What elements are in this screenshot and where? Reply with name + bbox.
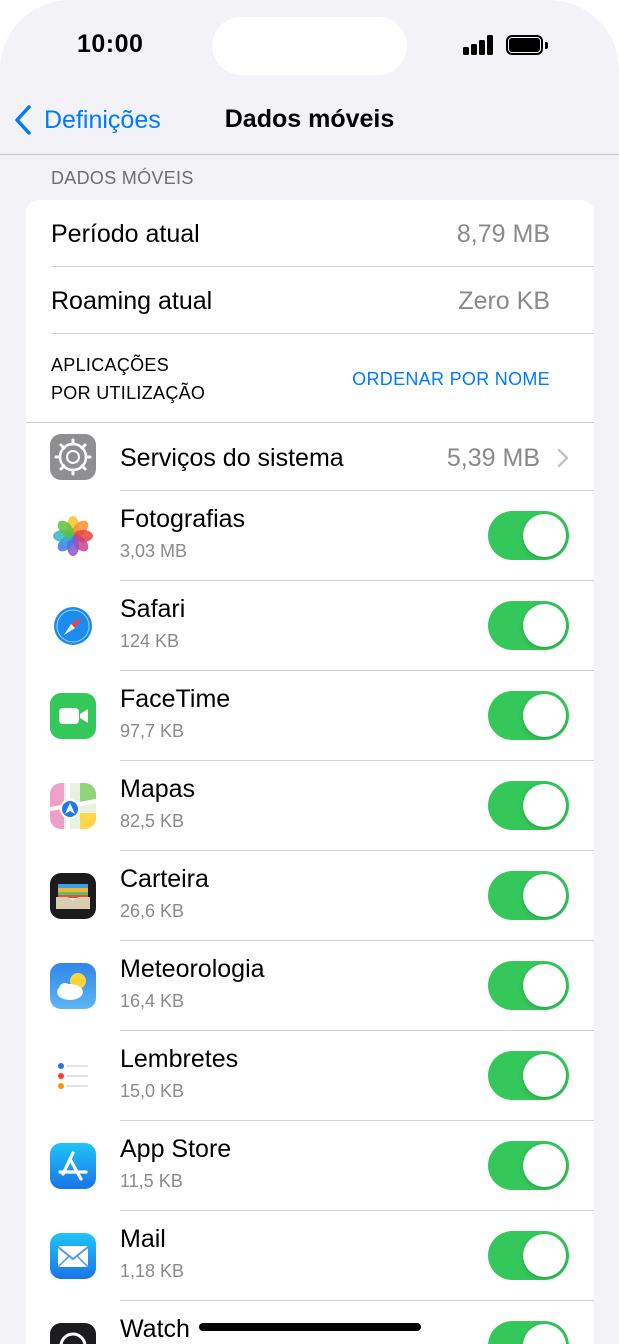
app-name: Fotografias bbox=[120, 505, 246, 533]
app-data-usage: 15,0 KB bbox=[120, 1081, 185, 1101]
app-data-usage: 124 KB bbox=[120, 631, 180, 651]
toggle-knob bbox=[523, 1144, 566, 1187]
toggle-knob bbox=[523, 784, 566, 827]
cellular-data-toggle[interactable] bbox=[488, 1321, 569, 1344]
toggle-knob bbox=[523, 604, 566, 647]
system-services-label: Serviços do sistema bbox=[120, 444, 344, 472]
settings-card: Período atual 8,79 MB Roaming atual Zero… bbox=[26, 200, 594, 1344]
wallet-icon bbox=[50, 873, 96, 919]
app-row: Mail 1,18 KB bbox=[26, 1211, 594, 1301]
system-services-row[interactable]: Serviços do sistema 5,39 MB bbox=[26, 423, 594, 491]
current-roaming-value: Zero KB bbox=[458, 287, 550, 315]
safari-icon bbox=[50, 603, 96, 649]
maps-icon bbox=[50, 783, 96, 829]
app-name: Mapas bbox=[120, 775, 196, 803]
app-store-icon bbox=[50, 1143, 96, 1189]
cellular-signal-icon bbox=[463, 35, 495, 55]
app-data-usage: 97,7 KB bbox=[120, 721, 185, 741]
app-name: FaceTime bbox=[120, 685, 231, 713]
status-time: 10:00 bbox=[77, 30, 144, 58]
reminders-icon bbox=[50, 1053, 96, 1099]
app-data-usage: 11,5 KB bbox=[120, 1171, 183, 1191]
navigation-bar: Definições Dados móveis bbox=[0, 90, 619, 155]
app-data-usage: 1,18 KB bbox=[120, 1261, 185, 1281]
app-name: App Store bbox=[120, 1135, 232, 1163]
app-row: App Store 11,5 KB bbox=[26, 1121, 594, 1211]
app-name: Carteira bbox=[120, 865, 209, 893]
system-services-value: 5,39 MB bbox=[446, 444, 540, 472]
section-header: DADOS MÓVEIS bbox=[51, 168, 194, 188]
watch-icon bbox=[50, 1323, 96, 1344]
toggle-knob bbox=[523, 1054, 566, 1097]
app-row: Mapas 82,5 KB bbox=[26, 761, 594, 851]
sort-by-name-button[interactable]: ORDENAR POR NOME bbox=[352, 369, 550, 390]
current-roaming-label: Roaming atual bbox=[51, 287, 213, 315]
app-data-usage: 26,6 KB bbox=[120, 901, 185, 921]
facetime-icon bbox=[50, 693, 96, 739]
app-row: Safari 124 KB bbox=[26, 581, 594, 671]
toggle-knob bbox=[523, 964, 566, 1007]
photos-icon bbox=[50, 513, 96, 559]
cellular-data-toggle[interactable] bbox=[488, 1141, 569, 1190]
app-data-usage: 16,4 KB bbox=[120, 991, 185, 1011]
apps-header-row: APLICAÇÕES POR UTILIZAÇÃO ORDENAR POR NO… bbox=[26, 334, 594, 423]
current-period-value: 8,79 MB bbox=[456, 220, 550, 248]
battery-icon bbox=[506, 35, 548, 55]
app-name: Meteorologia bbox=[120, 955, 265, 983]
toggle-knob bbox=[523, 1234, 566, 1277]
app-row: Meteorologia 16,4 KB bbox=[26, 941, 594, 1031]
app-name: Watch bbox=[120, 1315, 190, 1343]
current-roaming-row: Roaming atual Zero KB bbox=[26, 267, 594, 334]
toggle-knob bbox=[523, 514, 566, 557]
app-name: Safari bbox=[120, 595, 186, 623]
home-indicator bbox=[199, 1323, 421, 1331]
cellular-data-toggle[interactable] bbox=[488, 1231, 569, 1280]
weather-icon bbox=[50, 963, 96, 1009]
app-row: Carteira 26,6 KB bbox=[26, 851, 594, 941]
current-period-label: Período atual bbox=[51, 220, 200, 248]
apps-header-line2: POR UTILIZAÇÃO bbox=[51, 383, 206, 403]
cellular-data-toggle[interactable] bbox=[488, 781, 569, 830]
app-name: Mail bbox=[120, 1225, 166, 1253]
toggle-knob bbox=[523, 874, 566, 917]
app-data-usage: 3,03 MB bbox=[120, 541, 188, 561]
dynamic-island bbox=[212, 17, 407, 75]
cellular-data-toggle[interactable] bbox=[488, 1051, 569, 1100]
cellular-data-toggle[interactable] bbox=[488, 871, 569, 920]
app-row: Lembretes 15,0 KB bbox=[26, 1031, 594, 1121]
toggle-knob bbox=[523, 694, 566, 737]
cellular-data-toggle[interactable] bbox=[488, 601, 569, 650]
chevron-right-icon bbox=[557, 448, 569, 468]
current-period-row: Período atual 8,79 MB bbox=[26, 200, 594, 267]
cellular-data-toggle[interactable] bbox=[488, 961, 569, 1010]
app-data-usage: 82,5 KB bbox=[120, 811, 185, 831]
app-row: Fotografias 3,03 MB bbox=[26, 491, 594, 581]
cellular-data-toggle[interactable] bbox=[488, 691, 569, 740]
toggle-knob bbox=[523, 1324, 566, 1344]
phone-screen: 10:00 Definições Dados móveis DADOS MÓVE… bbox=[0, 0, 619, 1344]
app-name: Lembretes bbox=[120, 1045, 239, 1073]
page-title: Dados móveis bbox=[224, 105, 395, 133]
app-row: FaceTime 97,7 KB bbox=[26, 671, 594, 761]
gear-icon bbox=[50, 434, 96, 480]
cellular-data-toggle[interactable] bbox=[488, 511, 569, 560]
mail-icon bbox=[50, 1233, 96, 1279]
apps-header-line1: APLICAÇÕES bbox=[51, 355, 170, 375]
